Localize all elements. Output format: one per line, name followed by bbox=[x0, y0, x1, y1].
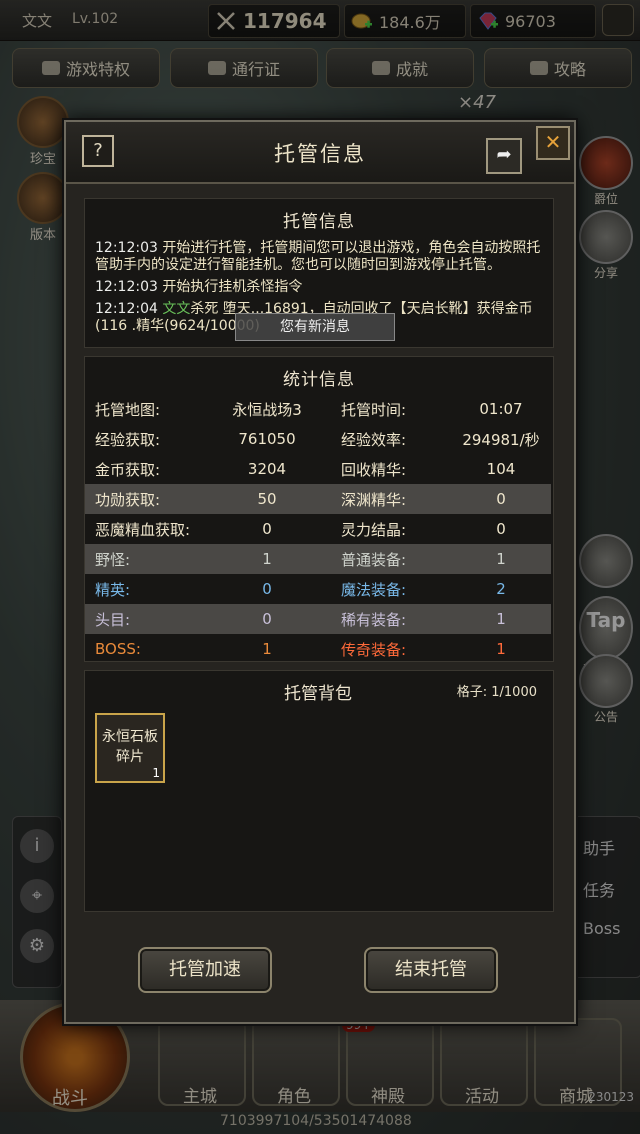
stats-row: 托管地图: 永恒战场3 托管时间: 01:07 bbox=[85, 394, 551, 424]
new-message-toast[interactable]: 您有新消息 bbox=[235, 313, 395, 341]
stats-row: 经验获取: 761050 经验效率: 294981/秒 bbox=[85, 424, 551, 454]
stat-value: 0 bbox=[262, 520, 272, 538]
stats-section-title: 统计信息 bbox=[283, 370, 355, 390]
stat-value: 0 bbox=[223, 604, 311, 634]
stat-label: 经验获取: bbox=[95, 430, 161, 449]
stats-table: 托管地图: 永恒战场3 托管时间: 01:07 经验获取: 761050 经验效率: 2949… bbox=[85, 394, 551, 664]
hosting-log-section: 托管信息 12:12:03 开始进行托管，托管期间您可以退出游戏，角色会自动按照… bbox=[84, 198, 554, 348]
stat-label: 回收精华: bbox=[341, 460, 407, 479]
stat-value: 2 bbox=[496, 580, 506, 598]
stat-label: 头目: bbox=[85, 604, 223, 634]
stat-value: 0 bbox=[496, 520, 506, 538]
speed-up-hosting-button[interactable]: 托管加速 bbox=[138, 947, 272, 993]
stat-label: 恶魔精血获取: bbox=[95, 520, 191, 539]
bag-slot-count: 格子: 1/1000 bbox=[456, 685, 537, 700]
stat-value: 0 bbox=[451, 484, 551, 514]
stat-label: 功勋获取: bbox=[85, 484, 223, 514]
bag-item-name: 永恒石板碎片 bbox=[102, 729, 158, 765]
stat-label: 深渊精华: bbox=[311, 484, 451, 514]
log-section-title: 托管信息 bbox=[283, 212, 355, 232]
stat-label: 精英: bbox=[95, 580, 131, 599]
dialog-header: ? 托管信息 ➦ ✕ bbox=[66, 122, 574, 184]
stat-value: 1 bbox=[496, 640, 506, 658]
stat-value: 761050 bbox=[238, 430, 296, 448]
stat-value: 3204 bbox=[247, 460, 287, 478]
auto-hosting-dialog: ? 托管信息 ➦ ✕ 托管信息 12:12:03 开始进行托管，托管期间您可以退… bbox=[64, 120, 576, 1024]
stat-value: 1 bbox=[262, 640, 272, 658]
stat-label: 灵力结晶: bbox=[341, 520, 407, 539]
share-arrow-icon[interactable]: ➦ bbox=[486, 138, 522, 174]
stat-label: BOSS: bbox=[95, 640, 141, 658]
stat-value: 1 bbox=[451, 604, 551, 634]
stat-value: 1 bbox=[451, 544, 551, 574]
stat-label: 传奇装备: bbox=[341, 640, 407, 659]
stat-label: 魔法装备: bbox=[341, 580, 407, 599]
stat-label: 托管地图: bbox=[95, 400, 161, 419]
stat-value: 永恒战场3 bbox=[232, 400, 302, 419]
stats-row: 金币获取: 3204 回收精华: 104 bbox=[85, 454, 551, 484]
stat-value: 01:07 bbox=[479, 400, 523, 418]
bag-item-qty: 1 bbox=[152, 766, 160, 780]
stat-value: 294981/秒 bbox=[462, 430, 540, 449]
stats-row: 恶魔精血获取: 0 灵力结晶: 0 bbox=[85, 514, 551, 544]
stat-value: 50 bbox=[223, 484, 311, 514]
stats-row: 头目: 0 稀有装备: 1 bbox=[85, 604, 551, 634]
stat-label: 普通装备: bbox=[311, 544, 451, 574]
stat-value: 0 bbox=[262, 580, 272, 598]
dialog-footer: 托管加速 结束托管 bbox=[66, 917, 574, 1017]
stat-value: 1 bbox=[223, 544, 311, 574]
stats-row: 野怪: 1 普通装备: 1 bbox=[85, 544, 551, 574]
stats-row: 精英: 0 魔法装备: 2 bbox=[85, 574, 551, 604]
stat-label: 野怪: bbox=[85, 544, 223, 574]
stats-row: 功勋获取: 50 深渊精华: 0 bbox=[85, 484, 551, 514]
hosting-bag-section: 托管背包 格子: 1/1000 永恒石板碎片 1 bbox=[84, 670, 554, 912]
bag-item[interactable]: 永恒石板碎片 1 bbox=[95, 713, 165, 783]
stats-row: BOSS: 1 传奇装备: 1 bbox=[85, 634, 551, 664]
stat-value: 104 bbox=[486, 460, 516, 478]
close-icon[interactable]: ✕ bbox=[536, 126, 570, 160]
stat-label: 金币获取: bbox=[95, 460, 161, 479]
end-hosting-button[interactable]: 结束托管 bbox=[364, 947, 498, 993]
stat-label: 经验效率: bbox=[341, 430, 407, 449]
log-entry: 12:12:03 开始执行挂机杀怪指令 bbox=[95, 279, 303, 295]
stat-label: 稀有装备: bbox=[311, 604, 451, 634]
stat-label: 托管时间: bbox=[341, 400, 407, 419]
log-entry: 12:12:03 开始进行托管，托管期间您可以退出游戏，角色会自动按照托管助手内… bbox=[95, 240, 541, 273]
statistics-section: 统计信息 托管地图: 永恒战场3 托管时间: 01:07 经验获取: 761050 经验效率… bbox=[84, 356, 554, 662]
